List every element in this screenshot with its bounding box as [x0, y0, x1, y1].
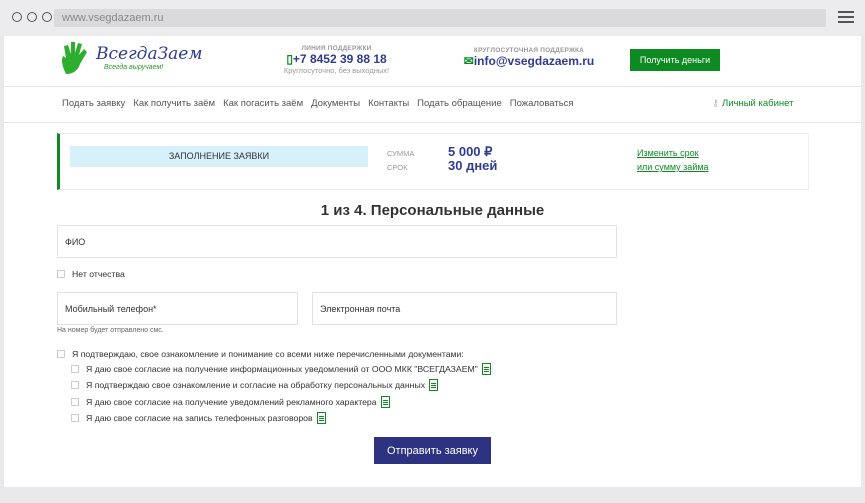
no-patronymic-checkbox[interactable]: Нет отчества	[57, 269, 125, 279]
sum-label: СУММА	[387, 149, 415, 158]
get-money-button[interactable]: Получить деньги	[630, 49, 720, 71]
document-icon[interactable]	[481, 363, 491, 375]
form-title: 1 из 4. Персональные данные	[320, 202, 545, 219]
checkbox-icon[interactable]	[57, 350, 65, 358]
support-24: КРУГЛОСУТОЧНАЯ ПОДДЕРЖКА ✉info@vsegdazae…	[459, 47, 599, 68]
window-dot-icon[interactable]	[27, 12, 37, 22]
page: ВсегдаЗаем Всегда выручаем! ЛИНИЯ ПОДДЕР…	[4, 36, 861, 487]
nav-item-how-repay[interactable]: Как погасить заём	[223, 98, 303, 109]
consent-label: Я даю свое согласие на получение уведомл…	[86, 397, 377, 407]
hand-logo-icon	[62, 42, 87, 74]
window-controls	[12, 12, 52, 22]
checkbox-icon[interactable]	[57, 270, 65, 278]
application-status-panel: ЗАПОЛНЕНИЕ ЗАЯВКИ СУММА 5 000 ₽ СРОК 30 …	[57, 133, 809, 190]
support-phone[interactable]: ▯+7 8452 39 88 18	[274, 52, 399, 66]
consent-label: Я даю свое согласие на запись телефонных…	[86, 413, 313, 423]
submit-application-button[interactable]: Отправить заявку	[374, 437, 491, 464]
phone-input[interactable]: Мобильный телефон*	[57, 292, 298, 325]
document-icon[interactable]	[316, 412, 326, 424]
logo-text: ВсегдаЗаем	[96, 44, 203, 64]
fio-input[interactable]: ФИО	[57, 225, 617, 258]
sms-note: На номер будет отправлено смс.	[57, 327, 164, 334]
email-input[interactable]: Электронная почта	[312, 292, 617, 325]
support-email[interactable]: ✉info@vsegdazaem.ru	[459, 54, 599, 68]
nav-item-documents[interactable]: Документы	[311, 98, 360, 109]
window-dot-icon[interactable]	[12, 12, 22, 22]
divider	[4, 122, 861, 123]
mail-icon: ✉	[463, 54, 474, 68]
document-icon[interactable]	[380, 396, 390, 408]
support-24-label: КРУГЛОСУТОЧНАЯ ПОДДЕРЖКА	[473, 47, 585, 54]
hamburger-menu-icon[interactable]	[838, 11, 854, 26]
nav-item-contacts[interactable]: Контакты	[368, 98, 409, 109]
no-patronymic-label: Нет отчества	[72, 269, 125, 279]
consent-label: Я даю свое согласие на получение информа…	[86, 364, 478, 374]
consent-checkbox-2[interactable]: Я подтверждаю свое ознакомление и соглас…	[71, 379, 439, 391]
consent-checkbox-1[interactable]: Я даю свое согласие на получение информа…	[71, 363, 491, 375]
phone-icon: ▯	[286, 52, 293, 66]
nav-item-complain[interactable]: Пожаловаться	[510, 98, 574, 109]
consent-main-label: Я подтверждаю, свое ознакомление и поним…	[72, 349, 464, 359]
browser-chrome: www.vsegdazaem.ru	[0, 0, 865, 36]
support-line-note: Круглосуточно, без выходных!	[283, 66, 390, 75]
site-logo[interactable]: ВсегдаЗаем Всегда выручаем!	[60, 40, 210, 76]
nav-item-appeal[interactable]: Подать обращение	[417, 98, 502, 109]
document-icon[interactable]	[429, 379, 439, 391]
key-icon: ⚷	[712, 98, 719, 109]
checkbox-icon[interactable]	[71, 365, 79, 373]
support-line-label: ЛИНИЯ ПОДДЕРЖКИ	[301, 45, 372, 52]
nav-item-apply[interactable]: Подать заявку	[62, 98, 125, 109]
nav-item-how-get[interactable]: Как получить заём	[133, 98, 215, 109]
personal-cabinet-link[interactable]: ⚷ Личный кабинет	[712, 98, 793, 109]
main-nav: Подать заявку Как получить заём Как пога…	[62, 98, 582, 109]
change-term-link[interactable]: Изменить срок или сумму займа	[637, 146, 709, 174]
checkbox-icon[interactable]	[71, 381, 79, 389]
checkbox-icon[interactable]	[71, 414, 79, 422]
support-line: ЛИНИЯ ПОДДЕРЖКИ ▯+7 8452 39 88 18 Кругло…	[274, 45, 399, 75]
checkbox-icon[interactable]	[71, 398, 79, 406]
consent-checkbox-3[interactable]: Я даю свое согласие на получение уведомл…	[71, 396, 390, 408]
step-progress-bar: ЗАПОЛНЕНИЕ ЗАЯВКИ	[70, 146, 368, 167]
consent-checkbox-4[interactable]: Я даю свое согласие на запись телефонных…	[71, 412, 326, 424]
window-dot-icon[interactable]	[42, 12, 52, 22]
logo-slogan: Всегда выручаем!	[104, 64, 164, 71]
address-bar[interactable]: www.vsegdazaem.ru	[54, 9, 826, 27]
consent-label: Я подтверждаю свое ознакомление и соглас…	[86, 380, 426, 390]
consent-main-checkbox[interactable]: Я подтверждаю, свое ознакомление и поним…	[57, 349, 464, 359]
term-value: 30 дней	[448, 158, 498, 173]
term-label: СРОК	[387, 163, 408, 172]
divider	[4, 86, 861, 87]
